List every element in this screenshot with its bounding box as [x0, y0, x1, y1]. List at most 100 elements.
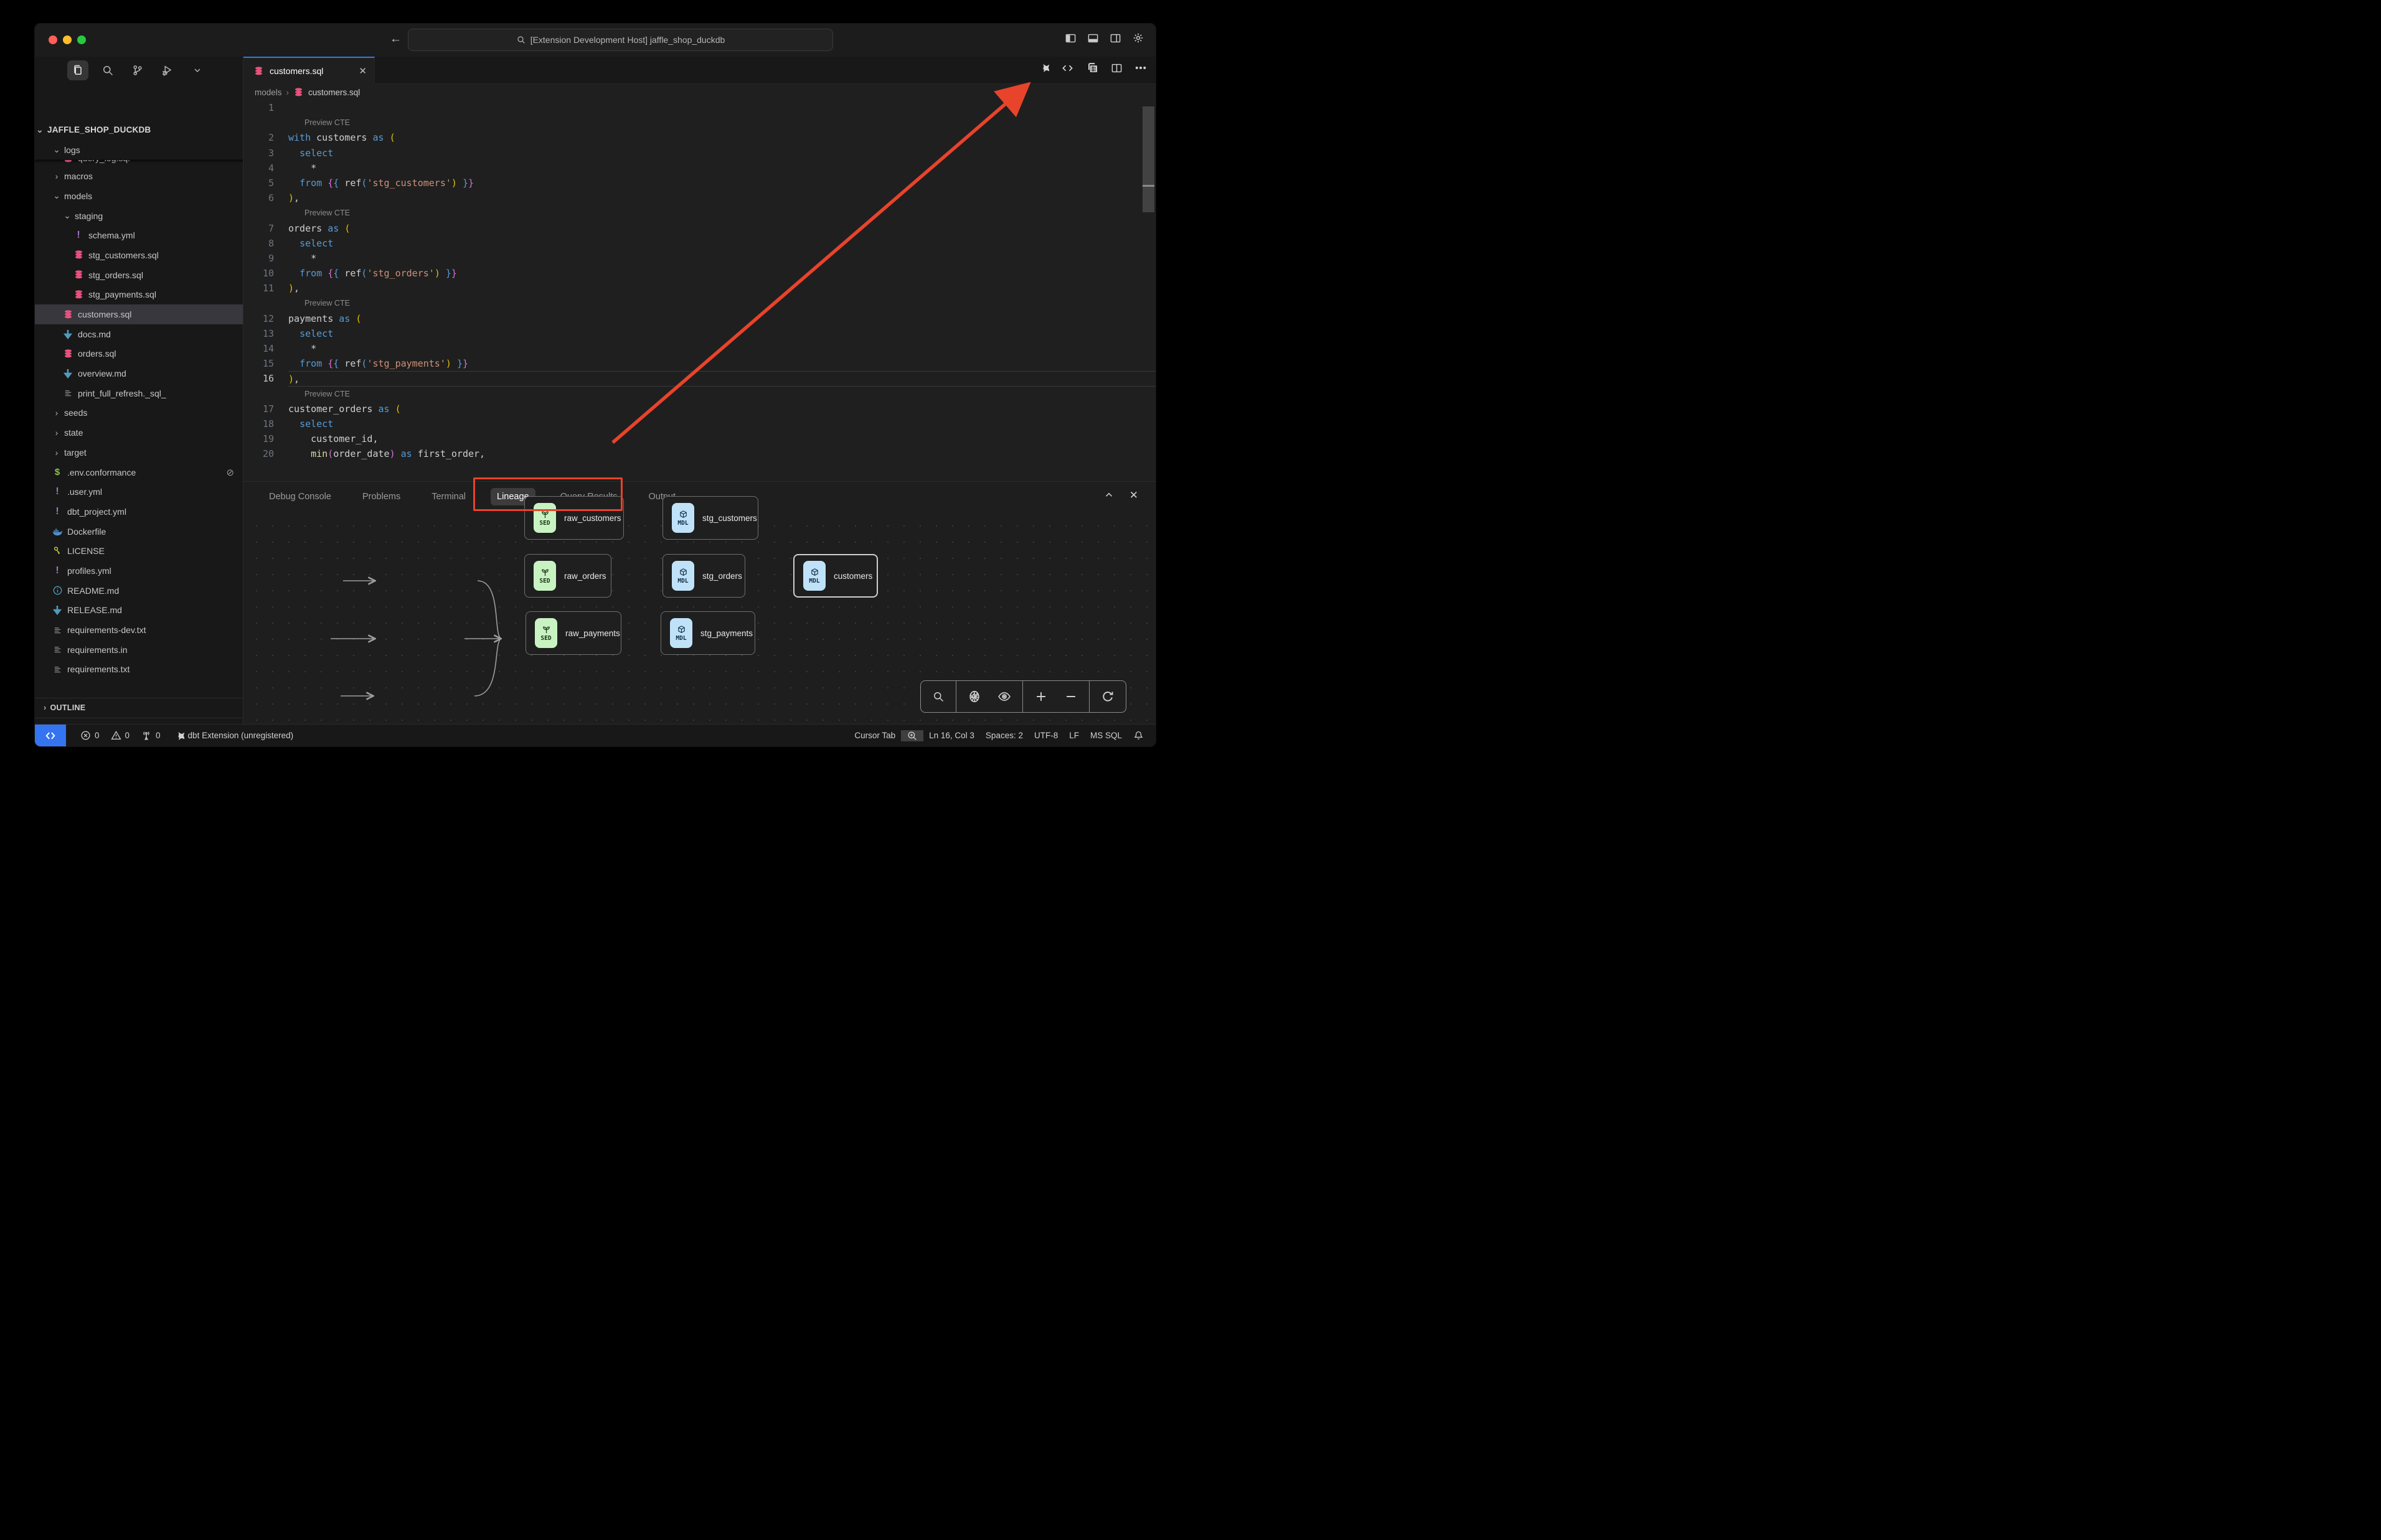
more-icon[interactable]: [1134, 62, 1147, 74]
tree-item-requirements-in[interactable]: requirements.in: [35, 640, 243, 660]
panel-tab-problems[interactable]: Problems: [356, 488, 407, 505]
status-cursor-tab[interactable]: Cursor Tab: [849, 731, 901, 740]
search-icon[interactable]: [97, 60, 118, 80]
panel-tab-debug-console[interactable]: Debug Console: [263, 488, 337, 505]
code-editor[interactable]: 1Preview CTE2with customers as (3 select…: [243, 100, 1156, 481]
tree-item-stg-customers-sql[interactable]: stg_customers.sql: [35, 245, 243, 265]
tree-item--user-yml[interactable]: !.user.yml: [35, 482, 243, 502]
tree-item-label: dbt_project.yml: [67, 507, 126, 517]
tree-item-target[interactable]: ›target: [35, 443, 243, 462]
breadcrumb-folder[interactable]: models: [255, 88, 282, 97]
dollar-file-icon: $: [52, 467, 63, 477]
status-spaces-2[interactable]: Spaces: 2: [980, 731, 1029, 740]
db-file-icon: [73, 270, 84, 280]
dbt-icon[interactable]: [1037, 62, 1049, 74]
tree-item-query-log-sq-[interactable]: query_log.sq.: [35, 159, 243, 166]
lineage-node-stg_payments[interactable]: MDLstg_payments: [661, 611, 755, 655]
tree-item-logs[interactable]: ⌄logs: [35, 140, 243, 160]
refresh-icon[interactable]: [1101, 690, 1115, 703]
tree-item-macros[interactable]: ›macros: [35, 166, 243, 186]
tree-item-customers-sql[interactable]: customers.sql: [35, 304, 243, 324]
editor-scrollbar[interactable]: [1143, 106, 1154, 212]
panel-left-icon[interactable]: [1065, 32, 1077, 44]
command-center[interactable]: [Extension Development Host] jaffle_shop…: [408, 29, 833, 51]
line-number: 16: [243, 371, 288, 386]
panel-bottom-icon[interactable]: [1087, 32, 1099, 44]
status-utf-8[interactable]: UTF-8: [1029, 731, 1063, 740]
status-bell-icon[interactable]: [1128, 730, 1149, 741]
maximize-window-button[interactable]: [77, 35, 86, 44]
chevron-up-icon[interactable]: [1103, 489, 1115, 502]
remote-indicator[interactable]: [35, 725, 66, 746]
lineage-node-stg_orders[interactable]: MDLstg_orders: [662, 554, 745, 598]
minus-icon[interactable]: [1064, 690, 1078, 703]
close-icon[interactable]: ✕: [359, 65, 367, 77]
split-editor-icon[interactable]: [1111, 62, 1123, 74]
tree-item-stg-orders-sql[interactable]: stg_orders.sql: [35, 265, 243, 285]
query-results-icon[interactable]: [1086, 62, 1099, 74]
aperture-icon[interactable]: [968, 690, 981, 703]
code-line-12: 12payments as (: [243, 311, 1156, 326]
tree-item-license[interactable]: LICENSE: [35, 541, 243, 561]
tree-item-print-full-refresh-sql-[interactable]: print_full_refresh._sql_: [35, 383, 243, 403]
close-window-button[interactable]: [49, 35, 57, 44]
tab-customers-sql[interactable]: customers.sql ✕: [243, 57, 375, 84]
code-line-15: 15 from {{ ref('stg_payments') }}: [243, 356, 1156, 371]
panel-tab-terminal[interactable]: Terminal: [425, 488, 472, 505]
tree-item--env-conformance[interactable]: $.env.conformance⊘: [35, 462, 243, 482]
status-0[interactable]: 0: [75, 725, 105, 746]
status-lf[interactable]: LF: [1063, 731, 1085, 740]
tree-item-dockerfile[interactable]: Dockerfile: [35, 522, 243, 542]
files-icon[interactable]: [67, 60, 88, 80]
source-control-icon[interactable]: [127, 60, 148, 80]
codelens-preview-cte[interactable]: Preview CTE: [243, 387, 1156, 401]
lineage-node-raw_payments[interactable]: SEDraw_payments: [526, 611, 621, 655]
tree-item-seeds[interactable]: ›seeds: [35, 403, 243, 423]
code-line-17: 17customer_orders as (: [243, 401, 1156, 416]
codelens-preview-cte[interactable]: Preview CTE: [243, 296, 1156, 311]
status-0[interactable]: 0: [135, 725, 166, 746]
tree-item-docs-md[interactable]: docs.md: [35, 324, 243, 344]
codelens-preview-cte[interactable]: Preview CTE: [243, 115, 1156, 130]
panel-right-icon[interactable]: [1110, 32, 1121, 44]
search-icon[interactable]: [932, 690, 945, 703]
status-ln-16-col-3[interactable]: Ln 16, Col 3: [923, 731, 980, 740]
gear-icon[interactable]: [1132, 32, 1144, 44]
tree-item-models[interactable]: ⌄models: [35, 186, 243, 206]
chevron-down-icon[interactable]: [187, 60, 208, 80]
plus-icon[interactable]: [1034, 690, 1048, 703]
tree-item-stg-payments-sql[interactable]: stg_payments.sql: [35, 285, 243, 305]
codelens-preview-cte[interactable]: Preview CTE: [243, 205, 1156, 220]
tree-item-readme-md[interactable]: README.md: [35, 581, 243, 601]
code-icon[interactable]: [1061, 62, 1074, 74]
lineage-node-customers[interactable]: MDLcustomers: [793, 554, 878, 598]
tree-item-requirements-txt[interactable]: requirements.txt: [35, 660, 243, 680]
tree-item-staging[interactable]: ⌄staging: [35, 206, 243, 226]
status-ms-sql[interactable]: MS SQL: [1085, 731, 1128, 740]
tree-item-schema-yml[interactable]: !schema.yml: [35, 225, 243, 245]
close-icon[interactable]: ✕: [1129, 489, 1138, 502]
tree-item-orders-sql[interactable]: orders.sql: [35, 344, 243, 364]
breadcrumb-file[interactable]: customers.sql: [308, 88, 360, 97]
tree-item-profiles-yml[interactable]: !profiles.yml: [35, 561, 243, 581]
tree-item-state[interactable]: ›state: [35, 423, 243, 443]
tree-item-requirements-dev-txt[interactable]: requirements-dev.txt: [35, 620, 243, 640]
md-file-icon: [62, 329, 73, 339]
tree-item-dbt-project-yml[interactable]: !dbt_project.yml: [35, 502, 243, 522]
lineage-node-raw_orders[interactable]: SEDraw_orders: [524, 554, 611, 598]
lineage-node-label: raw_payments: [565, 629, 620, 638]
status-dbt-extension-unregistered-[interactable]: dbt Extension (unregistered): [166, 725, 299, 746]
lineage-node-stg_customers[interactable]: MDLstg_customers: [662, 496, 758, 540]
eye-icon[interactable]: [997, 690, 1011, 703]
tree-root-folder[interactable]: ⌄ JAFFLE_SHOP_DUCKDB: [35, 120, 243, 140]
debug-icon[interactable]: [157, 60, 178, 80]
tree-item-overview-md[interactable]: overview.md: [35, 364, 243, 383]
status-zoom-in-icon[interactable]: [901, 730, 923, 741]
minimize-window-button[interactable]: [63, 35, 72, 44]
tree-item-release-md[interactable]: RELEASE.md: [35, 601, 243, 621]
toolbar-segment: [1022, 681, 1089, 712]
status-0[interactable]: 0: [105, 725, 136, 746]
section-outline[interactable]: ›OUTLINE: [35, 698, 243, 718]
lineage-canvas[interactable]: SEDraw_customersSEDraw_ordersSEDraw_paym…: [243, 512, 1156, 724]
back-icon[interactable]: ←: [390, 32, 402, 46]
